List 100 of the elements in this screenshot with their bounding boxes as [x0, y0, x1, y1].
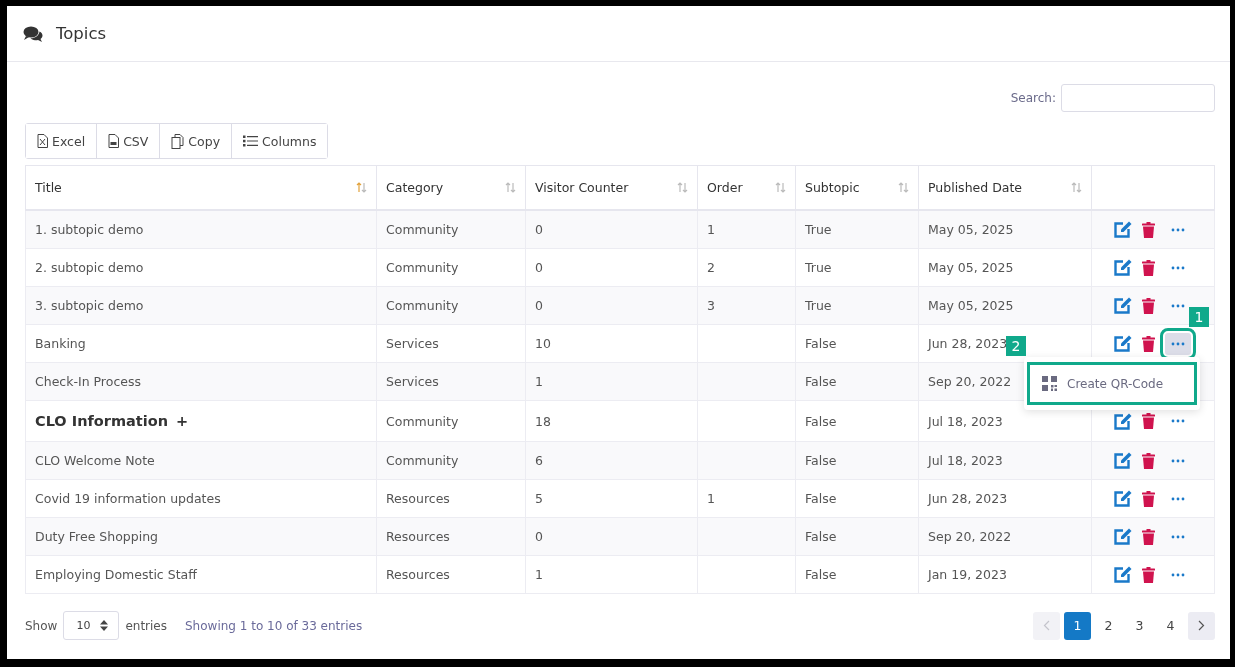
- table-cell: Services: [376, 362, 526, 401]
- edit-icon[interactable]: [1114, 528, 1132, 545]
- edit-icon[interactable]: [1114, 221, 1132, 238]
- export-button[interactable]: Excel: [26, 124, 98, 158]
- search-label: Search:: [1010, 91, 1056, 105]
- table-cell: 18: [525, 400, 698, 442]
- entries-info: Showing 1 to 10 of 33 entries: [185, 618, 363, 633]
- title-text: CLO Information: [35, 413, 168, 429]
- title-text: Check-In Process: [35, 374, 141, 389]
- table-cell: Community: [376, 210, 526, 249]
- table-cell: 0: [525, 210, 698, 249]
- step-number-badge: 1: [1189, 307, 1209, 327]
- qr-code-icon: [1042, 376, 1057, 391]
- ellipsis-icon: [1171, 534, 1185, 539]
- table-cell: 1: [697, 479, 796, 518]
- title-text: CLO Welcome Note: [35, 453, 155, 468]
- table-cell: 1: [697, 210, 796, 249]
- table-cell: False: [795, 441, 919, 480]
- table-cell: Jun 28, 2023: [918, 479, 1092, 518]
- ellipsis-icon: [1171, 572, 1185, 577]
- table-cell: False: [795, 555, 919, 594]
- edit-icon[interactable]: [1114, 452, 1132, 469]
- trash-icon[interactable]: [1142, 297, 1155, 314]
- table-cell: False: [795, 324, 919, 363]
- chevron-right-icon: [1198, 620, 1205, 631]
- table-cell: 3: [697, 286, 796, 325]
- trash-icon[interactable]: [1142, 335, 1155, 352]
- trash-icon[interactable]: [1142, 413, 1155, 429]
- table-cell: True: [795, 248, 919, 287]
- ellipsis-icon: [1171, 496, 1185, 501]
- table-cell: False: [795, 479, 919, 518]
- table-cell: May 05, 2025: [918, 248, 1092, 287]
- ellipsis-icon: [1171, 419, 1185, 423]
- table-cell: False: [795, 400, 919, 442]
- page-button[interactable]: 1: [1064, 611, 1091, 640]
- edit-icon[interactable]: [1114, 566, 1132, 583]
- table-cell: 0: [525, 248, 698, 287]
- sort-icon[interactable]: [356, 182, 367, 193]
- table-cell: Services: [376, 324, 526, 363]
- list-icon: [243, 135, 259, 147]
- table-cell: 2: [697, 248, 796, 287]
- title-text: 2. subtopic demo: [35, 260, 144, 275]
- edit-icon[interactable]: [1114, 490, 1132, 507]
- trash-icon[interactable]: [1142, 259, 1155, 276]
- table-cell: 1: [525, 362, 698, 401]
- page-title: Topics: [56, 24, 107, 43]
- table-cell: True: [795, 210, 919, 249]
- ellipsis-icon: [1171, 227, 1185, 232]
- title-text: Banking: [35, 336, 86, 351]
- title-text: Covid 19 information updates: [35, 491, 221, 506]
- edit-icon[interactable]: [1114, 297, 1132, 314]
- chevron-left-icon: [1043, 620, 1050, 631]
- ellipsis-icon: [1171, 303, 1185, 308]
- step-number-badge: 2: [1006, 336, 1026, 356]
- page-size-select[interactable]: 10: [63, 611, 120, 640]
- trash-icon[interactable]: [1142, 528, 1155, 545]
- table-cell: 0: [525, 286, 698, 325]
- table-cell: May 05, 2025: [918, 210, 1092, 249]
- table-cell: False: [795, 362, 919, 401]
- table-cell: True: [795, 286, 919, 325]
- edit-icon[interactable]: [1114, 259, 1132, 276]
- title-text: 3. subtopic demo: [35, 298, 144, 313]
- ellipsis-icon: [1171, 341, 1185, 346]
- title-text: Duty Free Shopping: [35, 529, 159, 544]
- table-cell: Community: [376, 286, 526, 325]
- title-text: 1. subtopic demo: [35, 222, 144, 237]
- table-cell: 6: [525, 441, 698, 480]
- table-cell: 0: [525, 517, 698, 556]
- trash-icon[interactable]: [1142, 490, 1155, 507]
- title-text: Employing Domestic Staff: [35, 567, 197, 582]
- ellipsis-icon: [1171, 265, 1185, 270]
- table-cell: Jul 18, 2023: [918, 441, 1092, 480]
- table-cell: 10: [525, 324, 698, 363]
- chat-bubbles-icon: [23, 25, 43, 42]
- file-icon: [108, 134, 120, 148]
- spreadsheet-file-icon: [37, 134, 48, 148]
- show-label: Show: [25, 618, 58, 633]
- ellipsis-icon: [1171, 458, 1185, 463]
- trash-icon[interactable]: [1142, 452, 1155, 469]
- menu-item[interactable]: Create QR-Code: [1027, 362, 1197, 405]
- trash-icon[interactable]: [1142, 221, 1155, 238]
- search-field[interactable]: [1061, 84, 1215, 112]
- table-cell: Community: [376, 400, 526, 442]
- table-cell: False: [795, 517, 919, 556]
- table-cell: Resources: [376, 517, 526, 556]
- table-cell: Community: [376, 441, 526, 480]
- table-cell: Resources: [376, 479, 526, 518]
- table-cell: Resources: [376, 555, 526, 594]
- table-cell: 5: [525, 479, 698, 518]
- edit-icon[interactable]: [1114, 412, 1132, 430]
- edit-icon[interactable]: [1114, 335, 1132, 352]
- table-cell: 1: [525, 555, 698, 594]
- entries-label: entries: [125, 618, 167, 633]
- table-cell: May 05, 2025: [918, 286, 1092, 325]
- copy-icon: [171, 133, 185, 149]
- next-page-button[interactable]: [1188, 611, 1215, 640]
- expand-toggle[interactable]: +: [175, 413, 189, 429]
- trash-icon[interactable]: [1142, 566, 1155, 583]
- table-cell: Community: [376, 248, 526, 287]
- up-down-caret-icon: [100, 620, 109, 631]
